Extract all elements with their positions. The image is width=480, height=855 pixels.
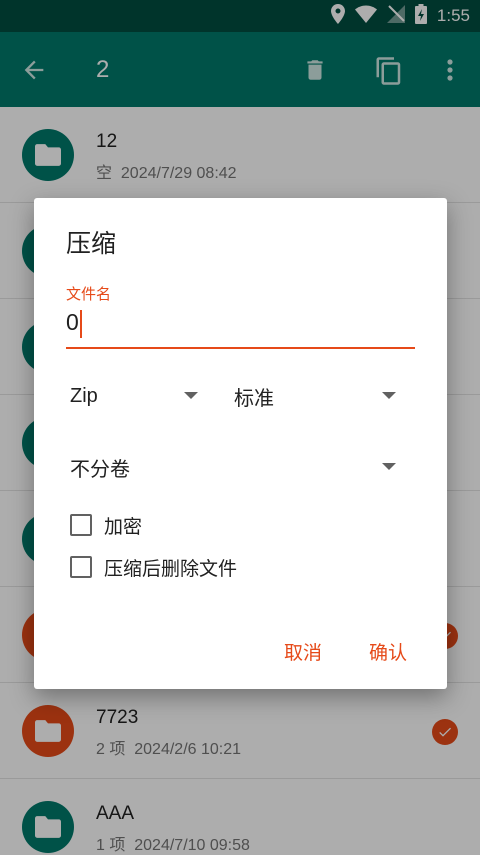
encrypt-label: 加密: [104, 515, 143, 538]
compression-level-dropdown[interactable]: 标准: [234, 376, 396, 416]
format-dropdown[interactable]: Zip: [70, 376, 198, 416]
dialog-title: 压缩: [66, 229, 117, 258]
dropdown-arrow-icon: [382, 392, 396, 399]
text-cursor: [79, 309, 82, 338]
filename-label: 文件名: [66, 285, 112, 303]
filename-value: 0: [66, 309, 79, 335]
format-value: Zip: [70, 384, 98, 407]
delete-after-checkbox[interactable]: 压缩后删除文件: [70, 554, 237, 580]
split-volume-dropdown[interactable]: 不分卷: [70, 447, 396, 487]
confirm-button[interactable]: 确认: [369, 638, 407, 665]
delete-after-label: 压缩后删除文件: [104, 557, 238, 580]
checkbox-box[interactable]: [70, 556, 92, 578]
checkbox-box[interactable]: [70, 514, 92, 536]
split-value: 不分卷: [70, 456, 130, 481]
compress-dialog: 压缩 文件名 0 Zip 标准 不分卷 加密 压缩后删除文件 取消 确认: [34, 198, 447, 689]
level-value: 标准: [234, 385, 274, 410]
dropdown-arrow-icon: [184, 392, 198, 399]
encrypt-checkbox[interactable]: 加密: [70, 512, 142, 538]
filename-input[interactable]: 0: [66, 309, 415, 349]
cancel-button[interactable]: 取消: [284, 638, 322, 665]
dropdown-arrow-icon: [382, 463, 396, 470]
